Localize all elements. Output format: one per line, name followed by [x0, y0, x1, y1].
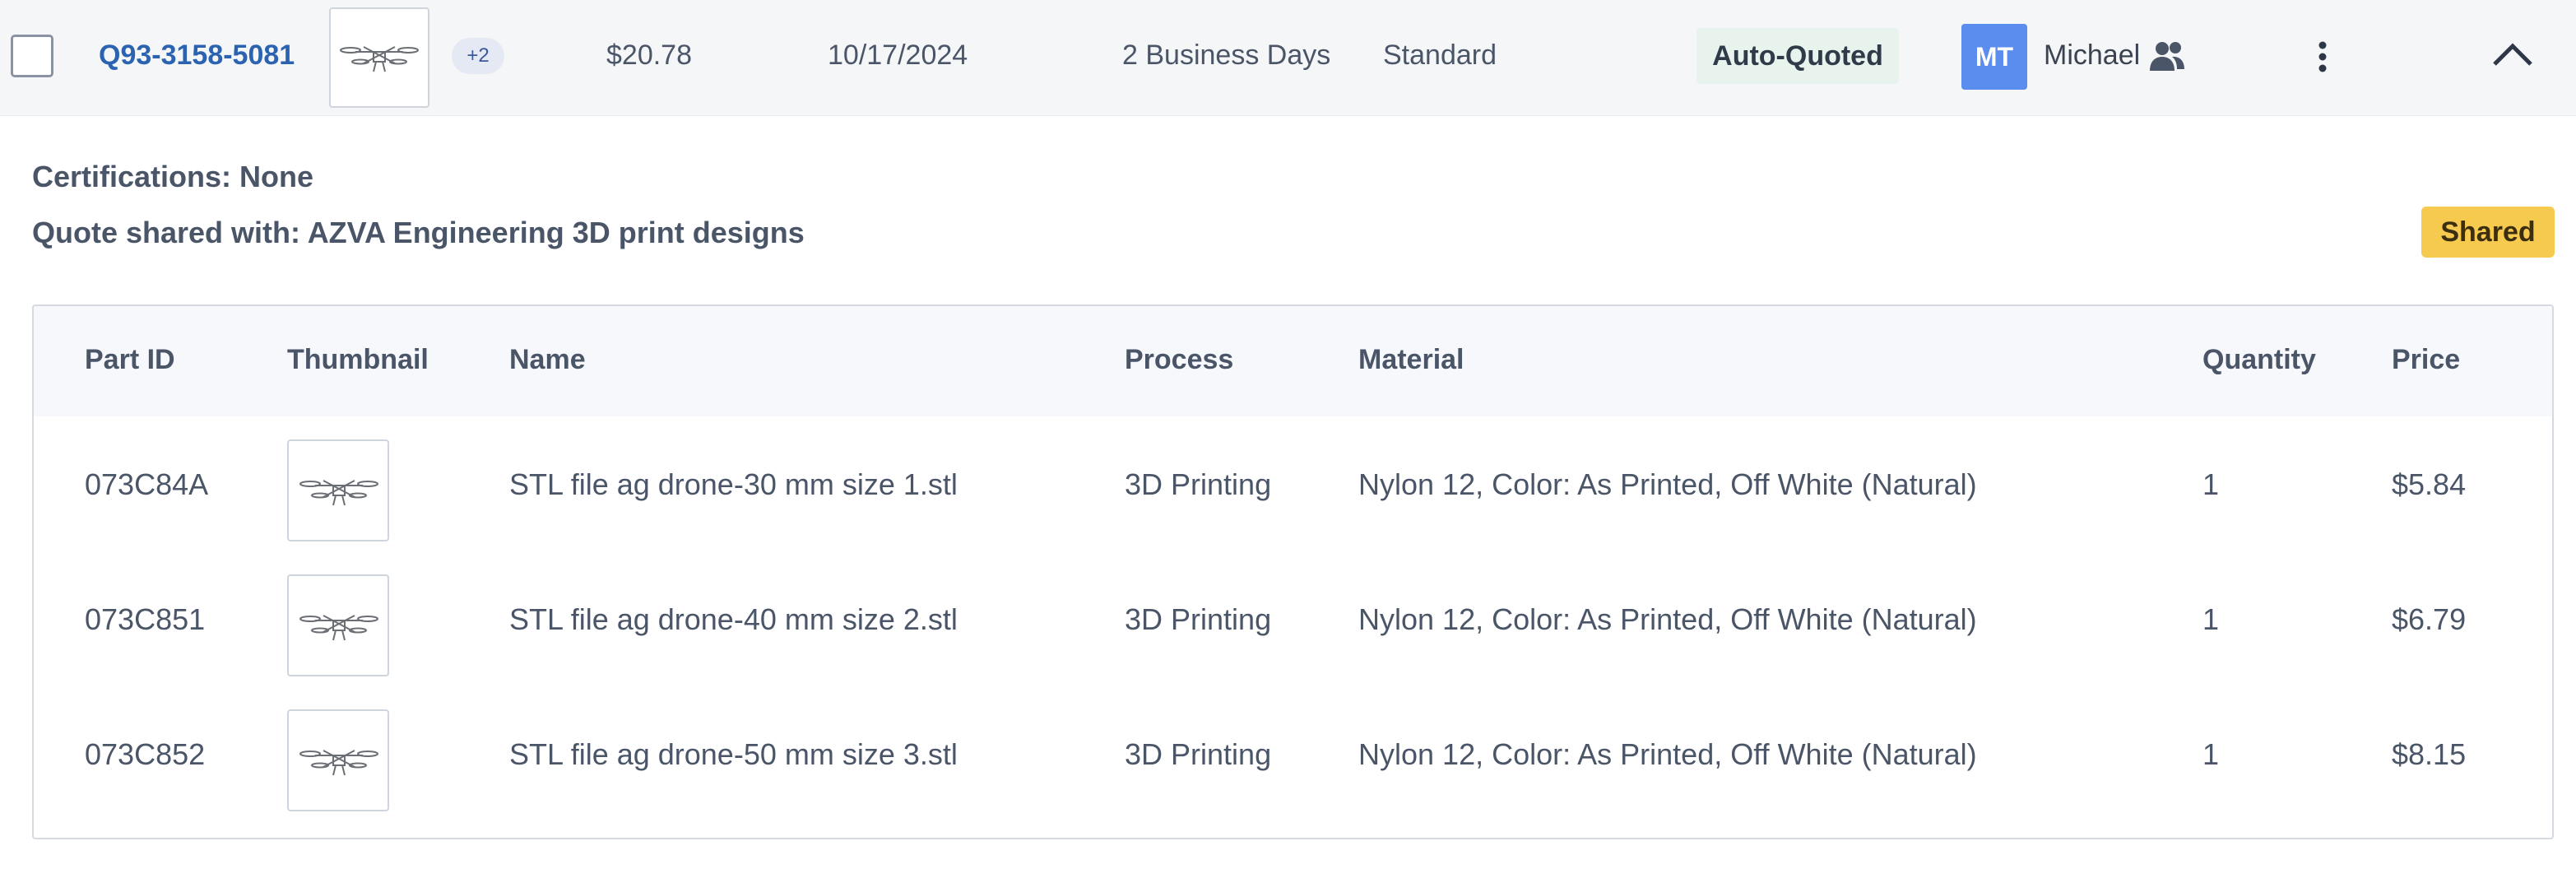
status-badge: Auto-Quoted: [1696, 28, 1899, 84]
part-process: 3D Printing: [1125, 602, 1272, 636]
parts-table: Part ID Thumbnail Name Process Material …: [32, 304, 2554, 839]
quote-row-header[interactable]: Q93-3158-5081 +2 $20.78 10/17/2024 2 Bus…: [0, 0, 2576, 116]
chevron-up-icon[interactable]: [2490, 38, 2536, 75]
part-material: Nylon 12, Color: As Printed, Off White (…: [1358, 737, 1977, 771]
column-header-name[interactable]: Name: [509, 344, 586, 376]
part-name: STL file ag drone-30 mm size 1.stl: [509, 467, 958, 501]
column-header-quantity[interactable]: Quantity: [2202, 344, 2316, 376]
table-row[interactable]: 073C852 STL file ag drone-50 mm size 3.s…: [34, 686, 2552, 821]
table-header: Part ID Thumbnail Name Process Material …: [34, 306, 2552, 416]
certifications-text: Certifications: None: [32, 160, 314, 193]
part-material: Nylon 12, Color: As Printed, Off White (…: [1358, 602, 1977, 636]
part-price: $8.15: [2392, 737, 2467, 771]
quote-thumbnail[interactable]: [329, 7, 429, 108]
part-process: 3D Printing: [1125, 467, 1272, 501]
part-name: STL file ag drone-40 mm size 2.stl: [509, 602, 958, 636]
quote-id-link[interactable]: Q93-3158-5081: [99, 40, 295, 72]
part-material: Nylon 12, Color: As Printed, Off White (…: [1358, 467, 1977, 501]
drone-part-icon: [299, 615, 378, 641]
column-header-material[interactable]: Material: [1358, 344, 1464, 376]
kebab-menu-icon[interactable]: [2310, 40, 2335, 80]
shipping-method: Standard: [1383, 40, 1497, 71]
owner-name: Michael: [2044, 40, 2141, 71]
part-price: $6.79: [2392, 602, 2467, 636]
part-thumbnail[interactable]: [287, 439, 389, 541]
column-header-price[interactable]: Price: [2392, 344, 2460, 376]
drone-part-icon: [340, 46, 419, 72]
avatar[interactable]: MT: [1961, 24, 2027, 90]
team-icon[interactable]: [2147, 40, 2187, 77]
part-thumbnail[interactable]: [287, 574, 389, 676]
shared-badge: Shared: [2421, 207, 2555, 258]
row-select-checkbox[interactable]: [11, 35, 53, 77]
part-price: $5.84: [2392, 467, 2467, 501]
part-thumbnail[interactable]: [287, 709, 389, 811]
part-quantity: 1: [2202, 737, 2220, 771]
part-process: 3D Printing: [1125, 737, 1272, 771]
quote-date: 10/17/2024: [828, 40, 968, 71]
part-name: STL file ag drone-50 mm size 3.stl: [509, 737, 958, 771]
part-id: 073C84A: [85, 467, 209, 501]
column-header-thumbnail[interactable]: Thumbnail: [287, 344, 429, 376]
part-id: 073C852: [85, 737, 206, 771]
more-parts-badge[interactable]: +2: [452, 38, 504, 74]
part-quantity: 1: [2202, 602, 2220, 636]
column-header-part-id[interactable]: Part ID: [85, 344, 175, 376]
lead-time: 2 Business Days: [1122, 40, 1331, 71]
table-row[interactable]: 073C851 STL file ag drone-40 mm size 2.s…: [34, 551, 2552, 686]
drone-part-icon: [299, 750, 378, 776]
part-quantity: 1: [2202, 467, 2220, 501]
drone-part-icon: [299, 480, 378, 506]
part-id: 073C851: [85, 602, 206, 636]
column-header-process[interactable]: Process: [1125, 344, 1233, 376]
quote-price: $20.78: [606, 40, 692, 71]
quote-shared-with-text: Quote shared with: AZVA Engineering 3D p…: [32, 216, 805, 249]
table-row[interactable]: 073C84A STL file ag drone-30 mm size 1.s…: [34, 416, 2552, 551]
